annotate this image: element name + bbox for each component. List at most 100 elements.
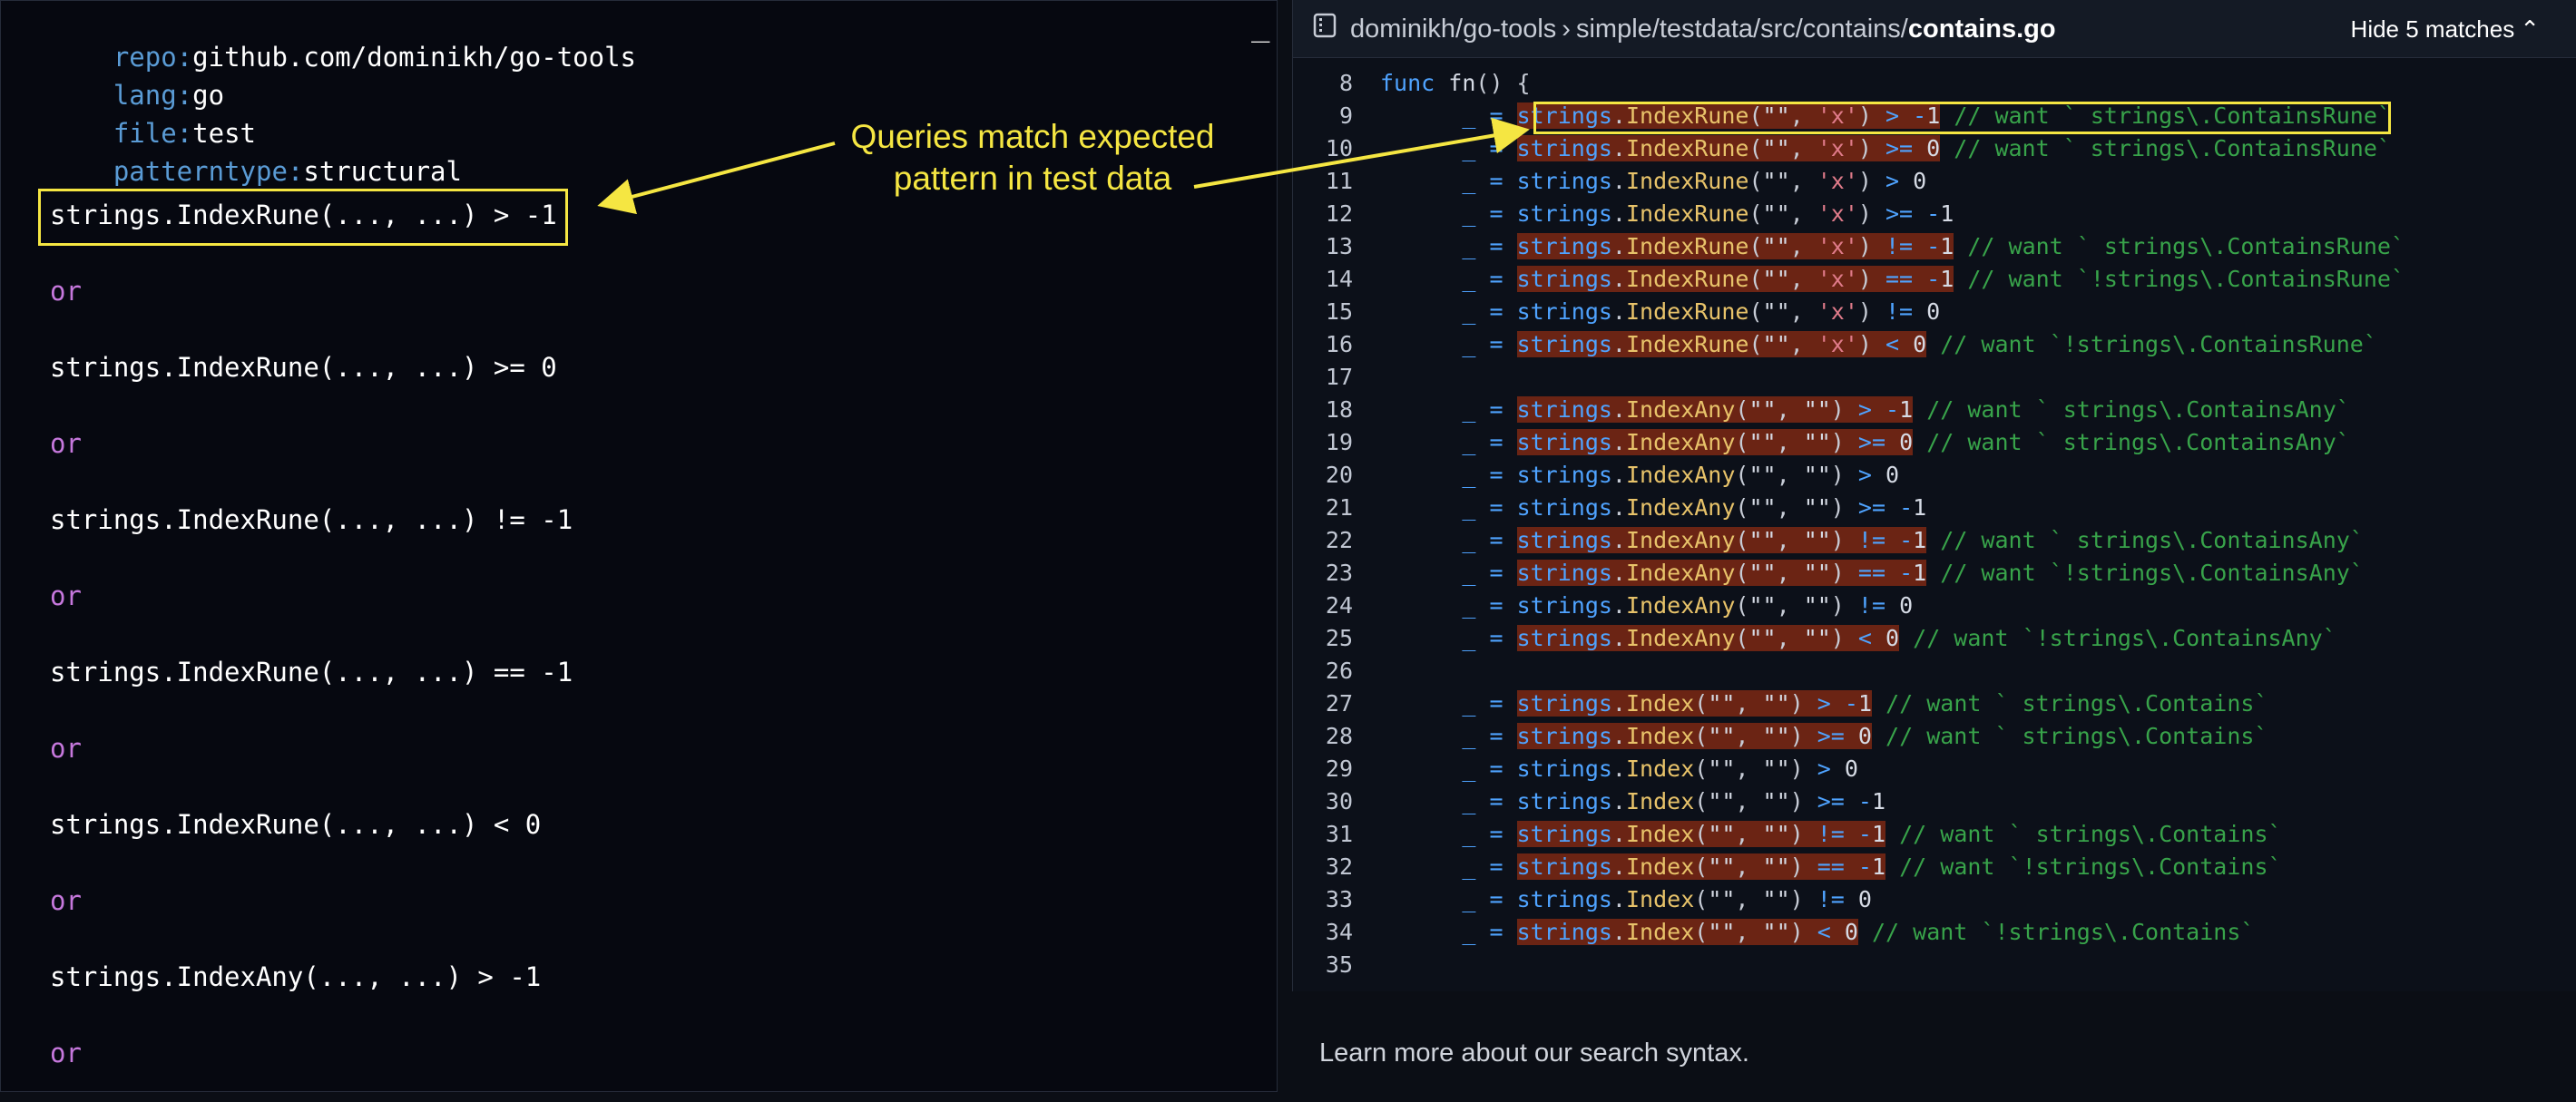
line-number[interactable]: 21 <box>1293 492 1353 524</box>
code-text: _ = strings.Index("", "") != 0 <box>1462 886 1872 912</box>
code-comment: // want `!strings\.ContainsAny` <box>1913 625 2336 651</box>
line-number[interactable]: 29 <box>1293 753 1353 785</box>
match-highlight: strings.IndexRune("", 'x') == -1 <box>1516 266 1954 292</box>
code-comment: // want `!strings\.ContainsAny` <box>1940 560 2364 586</box>
line-number[interactable]: 20 <box>1293 459 1353 492</box>
code-text: _ = strings.IndexAny("", "") < 0 // want… <box>1462 625 2336 651</box>
code-text: _ = strings.Index("", "") == -1 // want … <box>1462 853 2282 880</box>
query-or-operator: or <box>50 428 82 459</box>
line-number[interactable]: 35 <box>1293 949 1353 981</box>
code-line: 29 _ = strings.Index("", "") > 0 <box>1293 753 2576 785</box>
line-number[interactable]: 32 <box>1293 851 1353 883</box>
line-number[interactable]: 18 <box>1293 394 1353 426</box>
line-number[interactable]: 16 <box>1293 328 1353 361</box>
match-highlight: strings.IndexAny("", "") == -1 <box>1516 560 1927 586</box>
code-line: 27 _ = strings.Index("", "") > -1 // wan… <box>1293 688 2576 720</box>
hide-matches-button[interactable]: Hide 5 matches ⌃ <box>2351 13 2540 45</box>
line-number[interactable]: 12 <box>1293 198 1353 230</box>
code-text: _ = strings.IndexRune("", 'x') >= 0 // w… <box>1462 135 2391 161</box>
line-number[interactable]: 9 <box>1293 100 1353 132</box>
line-number[interactable]: 33 <box>1293 883 1353 916</box>
annotation-line: Queries match expected <box>850 118 1215 155</box>
line-number[interactable]: 11 <box>1293 165 1353 198</box>
code-comment: // want ` strings\.ContainsAny` <box>1926 429 2350 455</box>
code-text: _ = strings.IndexAny("", "") == -1 // wa… <box>1462 560 2364 586</box>
code-comment: // want `!strings\.Contains` <box>1899 853 2282 880</box>
code-text: _ = strings.IndexAny("", "") != -1 // wa… <box>1462 527 2364 553</box>
query-or-operator: or <box>50 276 82 307</box>
match-highlight: strings.IndexAny("", "") > -1 <box>1516 396 1914 423</box>
code-line: 33 _ = strings.Index("", "") != 0 <box>1293 883 2576 916</box>
match-highlight: strings.IndexRune("", 'x') != -1 <box>1516 233 1954 259</box>
filter-value-patterntype: structural <box>303 156 462 187</box>
code-comment: // want `!strings\.Contains` <box>1872 919 2255 945</box>
code-comment: // want ` strings\.Contains` <box>1885 723 2268 749</box>
learn-more-link[interactable]: Learn more about our search syntax. <box>1319 1037 1749 1069</box>
hide-matches-label: Hide 5 matches <box>2350 15 2515 43</box>
code-line: 22 _ = strings.IndexAny("", "") != -1 //… <box>1293 524 2576 557</box>
line-number[interactable]: 25 <box>1293 622 1353 655</box>
code-comment: // want ` strings\.ContainsAny` <box>1926 396 2350 423</box>
highlight-box-query <box>38 189 568 246</box>
code-line: 14 _ = strings.IndexRune("", 'x') == -1 … <box>1293 263 2576 296</box>
code-comment: // want ` strings\.Contains` <box>1885 690 2268 717</box>
match-highlight: strings.IndexRune("", 'x') < 0 <box>1516 331 1927 357</box>
line-number[interactable]: 27 <box>1293 688 1353 720</box>
breadcrumb-path-link[interactable]: simple/testdata/src/contains/ <box>1576 15 1908 44</box>
code-line: 10 _ = strings.IndexRune("", 'x') >= 0 /… <box>1293 132 2576 165</box>
annotation-line: pattern in test data <box>893 160 1172 197</box>
match-highlight: strings.IndexAny("", "") >= 0 <box>1516 429 1914 455</box>
file-header: dominikh/go-tools › simple/testdata/src/co… <box>1293 0 2576 58</box>
code-text: _ = strings.Index("", "") >= -1 <box>1462 788 1886 814</box>
code-text: _ = strings.IndexRune("", 'x') == -1 // … <box>1462 266 2405 292</box>
line-number[interactable]: 15 <box>1293 296 1353 328</box>
line-number[interactable]: 14 <box>1293 263 1353 296</box>
code-line: 19 _ = strings.IndexAny("", "") >= 0 // … <box>1293 426 2576 459</box>
line-number[interactable]: 13 <box>1293 230 1353 263</box>
breadcrumb-separator: › <box>1562 15 1571 44</box>
code-text: _ = strings.IndexAny("", "") >= -1 <box>1462 494 1927 521</box>
code-text: func fn() { <box>1380 70 1531 96</box>
code-line: 34 _ = strings.Index("", "") < 0 // want… <box>1293 916 2576 949</box>
query-or-operator: or <box>50 733 82 764</box>
code-line: 25 _ = strings.IndexAny("", "") < 0 // w… <box>1293 622 2576 655</box>
line-number[interactable]: 26 <box>1293 655 1353 688</box>
code-line: 16 _ = strings.IndexRune("", 'x') < 0 //… <box>1293 328 2576 361</box>
code-line: 28 _ = strings.Index("", "") >= 0 // wan… <box>1293 720 2576 753</box>
breadcrumb-repo-link[interactable]: dominikh/go-tools <box>1350 15 1556 44</box>
filter-key-patterntype: patterntype: <box>113 156 304 187</box>
line-number[interactable]: 31 <box>1293 818 1353 851</box>
match-highlight: strings.Index("", "") != -1 <box>1516 821 1886 847</box>
line-number[interactable]: 8 <box>1293 67 1353 100</box>
code-text: _ = strings.Index("", "") > -1 // want `… <box>1462 690 2268 717</box>
query-or-operator: or <box>50 885 82 916</box>
line-number[interactable]: 28 <box>1293 720 1353 753</box>
match-highlight: strings.Index("", "") > -1 <box>1516 690 1872 717</box>
query-or-operator: or <box>50 580 82 611</box>
query-clause: strings.IndexRune(..., ...) != -1 <box>50 504 573 535</box>
code-text: _ = strings.IndexAny("", "") > -1 // wan… <box>1462 396 2350 423</box>
match-highlight: strings.Index("", "") >= 0 <box>1516 723 1872 749</box>
line-number[interactable]: 23 <box>1293 557 1353 590</box>
minimize-button[interactable]: _ <box>1251 10 1269 41</box>
line-number[interactable]: 19 <box>1293 426 1353 459</box>
code-text: _ = strings.IndexRune("", 'x') < 0 // wa… <box>1462 331 2377 357</box>
query-or-operator: or <box>50 1038 82 1068</box>
code-viewer: dominikh/go-tools › simple/testdata/src/co… <box>1292 0 2576 991</box>
line-number[interactable]: 10 <box>1293 132 1353 165</box>
code-line: 26 <box>1293 655 2576 688</box>
line-number[interactable]: 30 <box>1293 785 1353 818</box>
line-number[interactable]: 34 <box>1293 916 1353 949</box>
line-number[interactable]: 22 <box>1293 524 1353 557</box>
code-line: 32 _ = strings.Index("", "") == -1 // wa… <box>1293 851 2576 883</box>
code-comment: // want `!strings\.ContainsRune` <box>1940 331 2377 357</box>
code-line: 15 _ = strings.IndexRune("", 'x') != 0 <box>1293 296 2576 328</box>
code-line: 24 _ = strings.IndexAny("", "") != 0 <box>1293 590 2576 622</box>
match-highlight: strings.IndexRune("", 'x') >= 0 <box>1516 135 1941 161</box>
line-number[interactable]: 17 <box>1293 361 1353 394</box>
code-line: 17 <box>1293 361 2576 394</box>
breadcrumb-file-name[interactable]: contains.go <box>1908 15 2056 44</box>
code-line: 20 _ = strings.IndexAny("", "") > 0 <box>1293 459 2576 492</box>
code-text: _ = strings.Index("", "") >= 0 // want `… <box>1462 723 2268 749</box>
line-number[interactable]: 24 <box>1293 590 1353 622</box>
